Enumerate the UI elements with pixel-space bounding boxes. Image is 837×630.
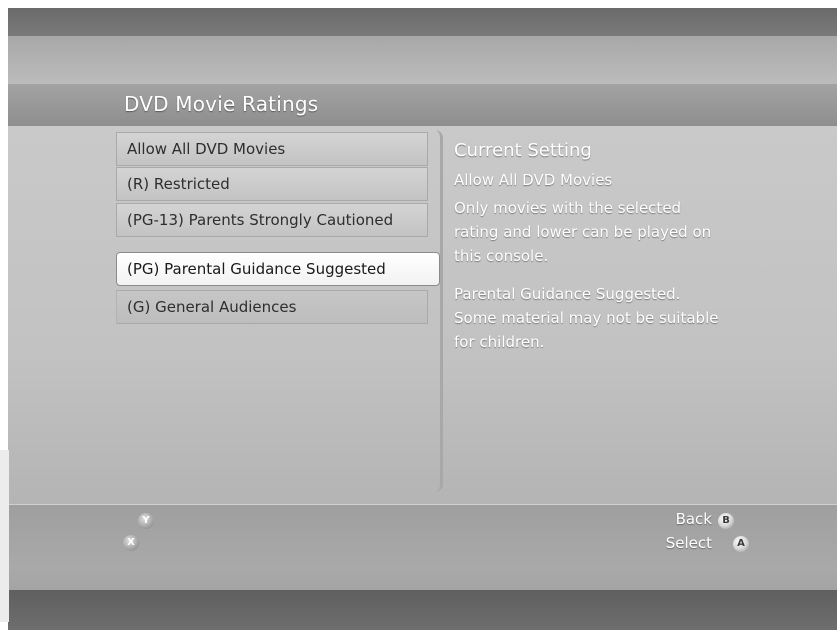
controller-b-icon[interactable]: B xyxy=(718,513,734,529)
detail-panel: Current Setting Allow All DVD Movies Onl… xyxy=(454,140,774,354)
rating-description-line-3: for children. xyxy=(454,333,545,351)
description-line-3: this console. xyxy=(454,247,549,265)
current-setting-value: Allow All DVD Movies xyxy=(454,171,613,189)
dashboard-screen: DVD Movie Ratings Allow All DVD Movies (… xyxy=(8,8,837,630)
left-edge-highlight xyxy=(0,450,9,622)
controller-a-icon[interactable]: A xyxy=(733,536,749,552)
rating-list: Allow All DVD Movies (R) Restricted (PG-… xyxy=(116,130,443,492)
description-line-2: rating and lower can be played on xyxy=(454,223,712,241)
back-label[interactable]: Back xyxy=(648,510,712,528)
detail-heading: Current Setting xyxy=(454,140,592,161)
rating-item-pg[interactable]: (PG) Parental Guidance Suggested xyxy=(116,252,440,286)
rating-item-r[interactable]: (R) Restricted xyxy=(116,167,428,201)
rating-description-line-2: Some material may not be suitable xyxy=(454,309,719,327)
top-band xyxy=(8,8,837,36)
controller-y-icon[interactable]: Y xyxy=(138,513,154,529)
rating-description-line-1: Parental Guidance Suggested. xyxy=(454,285,681,303)
rating-item-g[interactable]: (G) General Audiences xyxy=(116,290,428,324)
rating-item-pg13[interactable]: (PG-13) Parents Strongly Cautioned xyxy=(116,203,428,237)
bottom-band xyxy=(8,590,837,630)
controller-x-icon[interactable]: X xyxy=(123,535,139,551)
select-label[interactable]: Select xyxy=(638,534,712,552)
page-title: DVD Movie Ratings xyxy=(124,92,319,116)
rating-item-allow-all[interactable]: Allow All DVD Movies xyxy=(116,132,428,166)
description-line-1: Only movies with the selected xyxy=(454,199,682,217)
